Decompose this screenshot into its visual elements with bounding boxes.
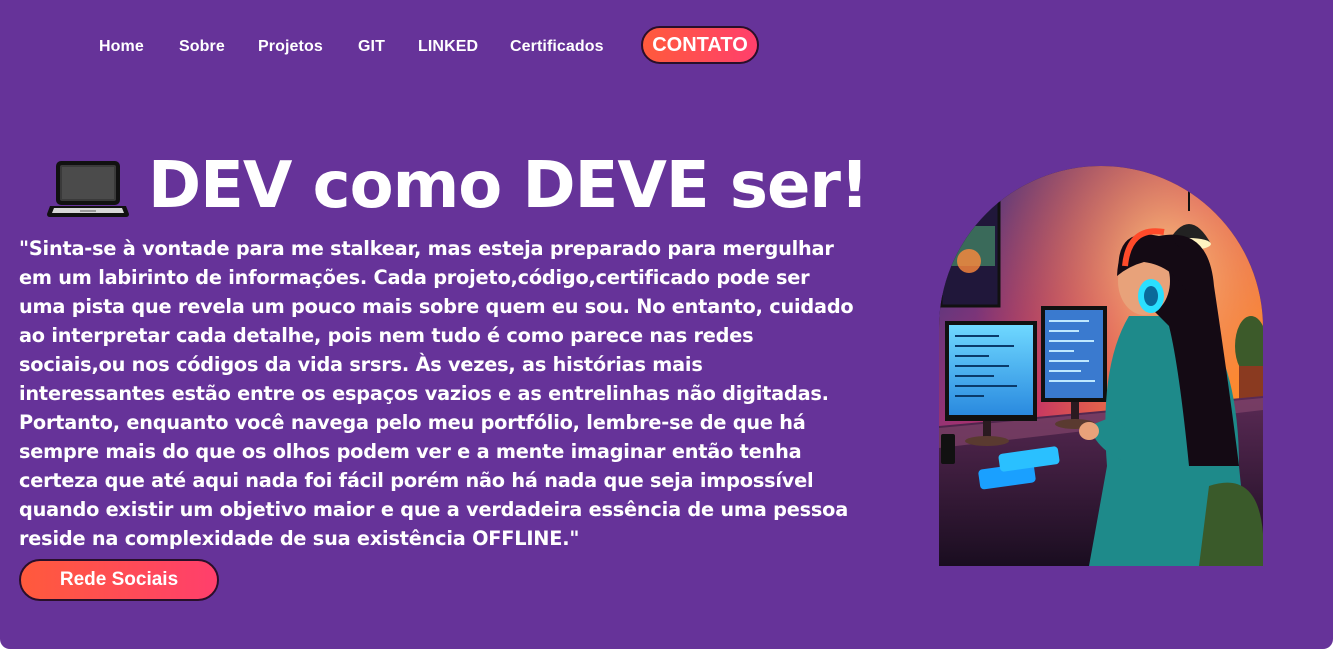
social-networks-button[interactable]: Rede Sociais — [19, 559, 219, 601]
contact-button[interactable]: CONTATO — [641, 26, 759, 64]
top-nav: Home Sobre Projetos GIT LINKED Certifica… — [0, 26, 900, 66]
hero-quote: "Sinta-se à vontade para me stalkear, ma… — [19, 234, 919, 553]
nav-link-git[interactable]: GIT — [358, 38, 385, 56]
quote-line: reside na complexidade de sua existência… — [19, 527, 580, 550]
quote-line: ao interpretar cada detalhe, pois nem tu… — [19, 324, 754, 347]
quote-line: em um labirinto de informações. Cada pro… — [19, 266, 810, 289]
developer-illustration — [939, 166, 1263, 566]
nav-link-projetos[interactable]: Projetos — [258, 38, 323, 56]
quote-line: uma pista que revela um pouco mais sobre… — [19, 295, 854, 318]
quote-line: sempre mais do que os olhos podem ver e … — [19, 440, 802, 463]
quote-line: sociais,ou nos códigos da vida srsrs. Às… — [19, 353, 703, 376]
quote-line: Portanto, enquanto você navega pelo meu … — [19, 411, 806, 434]
nav-link-sobre[interactable]: Sobre — [179, 38, 225, 56]
quote-line: "Sinta-se à vontade para me stalkear, ma… — [19, 237, 834, 260]
nav-link-certificados[interactable]: Certificados — [510, 38, 604, 56]
quote-line: certeza que até aqui nada foi fácil poré… — [19, 469, 814, 492]
quote-line: quando existir um objetivo maior e que a… — [19, 498, 849, 521]
laptop-icon — [46, 158, 130, 220]
nav-link-linked[interactable]: LINKED — [418, 38, 478, 56]
page: Home Sobre Projetos GIT LINKED Certifica… — [0, 0, 1333, 649]
hero-title: DEV como DEVE ser! — [148, 149, 869, 223]
nav-link-home[interactable]: Home — [99, 38, 144, 56]
quote-line: interessantes estão entre os espaços vaz… — [19, 382, 829, 405]
